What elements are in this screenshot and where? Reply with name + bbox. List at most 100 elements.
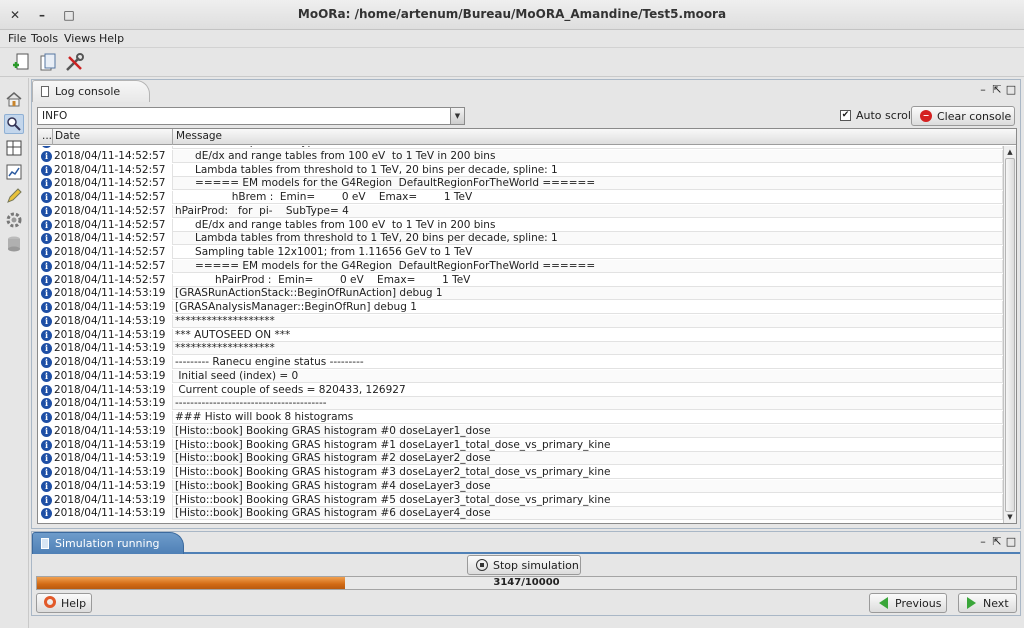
- table-row[interactable]: i 2018/04/11-14:53:19 ### Histo will book …: [38, 411, 1004, 425]
- database-icon[interactable]: [4, 234, 24, 254]
- row-date: 2018/04/11-14:53:19: [54, 314, 166, 327]
- arrow-right-icon: [967, 597, 976, 609]
- table-row[interactable]: i 2018/04/11-14:53:19 [Histo::book] Bookin…: [38, 438, 1004, 453]
- log-level-value: INFO: [42, 110, 68, 122]
- info-icon: i: [41, 164, 52, 176]
- next-button[interactable]: Next: [958, 593, 1017, 613]
- table-row[interactable]: i 2018/04/11-14:53:19 Initial seed (index…: [38, 369, 1004, 384]
- row-date: 2018/04/11-14:52:57: [54, 273, 166, 286]
- new-file-icon[interactable]: [10, 52, 32, 74]
- stop-simulation-label: Stop simulation: [493, 559, 579, 572]
- table-row[interactable]: i 2018/04/11-14:53:19 *******************: [38, 314, 1004, 329]
- help-button[interactable]: Help: [36, 593, 92, 613]
- column-message[interactable]: Message: [176, 130, 222, 142]
- info-icon: i: [41, 150, 52, 162]
- info-icon: i: [41, 384, 52, 396]
- info-icon: i: [41, 343, 52, 355]
- table-row[interactable]: i 2018/04/11-14:53:19 [GRASAnalysisManager…: [38, 301, 1004, 315]
- progress-text: 3147/10000: [493, 577, 560, 588]
- panel-minimize-icon[interactable]: –: [977, 84, 989, 96]
- menu-help[interactable]: Help: [99, 32, 124, 45]
- auto-scroll-checkbox[interactable]: ✔: [840, 110, 851, 121]
- tab-simulation-running[interactable]: Simulation running: [32, 532, 184, 554]
- panel-float-icon[interactable]: ⇱: [991, 536, 1003, 548]
- row-message: [GRASRunActionStack::BeginOfRunAction] d…: [172, 287, 1003, 301]
- row-message: hBrem : Emin= 0 eV Emax= 1 TeV: [172, 191, 1003, 204]
- table-row[interactable]: i 2018/04/11-14:53:19 [Histo::book] Bookin…: [38, 493, 1004, 508]
- row-date: 2018/04/11-14:52:57: [54, 204, 166, 217]
- table-row[interactable]: i 2018/04/11-14:53:19 *******************: [38, 342, 1004, 356]
- table-row[interactable]: i 2018/04/11-14:53:19 [GRASRunActionStack:…: [38, 287, 1004, 301]
- copy-file-icon[interactable]: [37, 52, 59, 74]
- row-message: [Histo::book] Booking GRAS histogram #0 …: [172, 424, 1003, 438]
- row-message: [Histo::book] Booking GRAS histogram #3 …: [172, 466, 1003, 479]
- chevron-down-icon[interactable]: ▼: [450, 107, 465, 125]
- table-row[interactable]: i 2018/04/11-14:52:57 ===== EM models for…: [38, 259, 1004, 274]
- row-date: 2018/04/11-14:53:19: [54, 466, 166, 478]
- lifebuoy-icon: [44, 596, 56, 608]
- tab-label: Simulation running: [55, 537, 160, 550]
- gear-icon[interactable]: [4, 210, 24, 230]
- home-icon[interactable]: [4, 89, 24, 109]
- table-row[interactable]: i 2018/04/11-14:53:19 [Histo::book] Bookin…: [38, 479, 1004, 494]
- menu-file[interactable]: File: [8, 32, 26, 45]
- layout-icon[interactable]: [4, 138, 24, 158]
- row-date: 2018/04/11-14:53:19: [54, 287, 166, 300]
- table-row[interactable]: i 2018/04/11-14:53:19 *** AUTOSEED ON ***: [38, 328, 1004, 343]
- vertical-scrollbar[interactable]: ▲ ▼: [1003, 146, 1016, 523]
- tab-log-console[interactable]: Log console: [32, 80, 150, 102]
- table-row[interactable]: i 2018/04/11-14:53:19 --------------------…: [38, 397, 1004, 411]
- chart-icon[interactable]: [4, 162, 24, 182]
- stop-simulation-button[interactable]: Stop simulation: [467, 555, 581, 575]
- table-row[interactable]: i 2018/04/11-14:52:57 Lambda tables from …: [38, 232, 1004, 246]
- info-icon: i: [41, 247, 52, 258]
- clear-console-button[interactable]: − Clear console: [911, 106, 1015, 126]
- side-bar: [0, 78, 29, 628]
- row-message: ----------------------------------------: [172, 397, 1003, 411]
- scroll-down-icon[interactable]: ▼: [1004, 511, 1016, 523]
- table-row[interactable]: i 2018/04/11-14:52:57 dE/dx and range tab…: [38, 218, 1004, 233]
- column-date[interactable]: Date: [55, 130, 80, 142]
- table-row[interactable]: i 2018/04/11-14:53:19 --------- Ranecu eng…: [38, 356, 1004, 370]
- row-message: Sampling table 12x1001; from 1.11656 GeV…: [172, 246, 1003, 259]
- table-row[interactable]: i 2018/04/11-14:52:57 hPairProd: for pi- S…: [38, 204, 1004, 219]
- table-row[interactable]: i 2018/04/11-14:53:19 Current couple of s…: [38, 383, 1004, 398]
- table-row[interactable]: i 2018/04/11-14:52:57 Sampling table 12x1…: [38, 246, 1004, 260]
- row-message: ===== EM models for the G4Region Default…: [172, 177, 1003, 191]
- previous-button[interactable]: Previous: [869, 593, 947, 613]
- panel-maximize-icon[interactable]: □: [1005, 536, 1017, 548]
- pencil-icon[interactable]: [4, 186, 24, 206]
- row-date: 2018/04/11-14:53:19: [54, 479, 166, 492]
- column-ellipsis[interactable]: ...: [42, 130, 52, 142]
- table-row[interactable]: i 2018/04/11-14:52:57 hBrem : Emin= 0 eV …: [38, 191, 1004, 205]
- table-row[interactable]: i 2018/04/11-14:53:19 [Histo::book] Bookin…: [38, 424, 1004, 439]
- info-icon: i: [41, 302, 52, 313]
- panel-maximize-icon[interactable]: □: [1005, 84, 1017, 96]
- panel-minimize-icon[interactable]: –: [977, 536, 989, 548]
- table-row[interactable]: i 2018/04/11-14:52:57 dE/dx and range tab…: [38, 149, 1004, 164]
- row-date: 2018/04/11-14:53:19: [54, 328, 166, 341]
- info-icon: i: [41, 439, 52, 451]
- table-row[interactable]: i 2018/04/11-14:53:19 [Histo::book] Bookin…: [38, 507, 1004, 521]
- scrollbar-thumb[interactable]: [1005, 158, 1015, 512]
- log-level-select[interactable]: INFO ▼: [37, 107, 465, 125]
- table-row[interactable]: i 2018/04/11-14:52:57 hPairProd : Emin= 0…: [38, 273, 1004, 288]
- table-row[interactable]: i 2018/04/11-14:52:57 Lambda tables from …: [38, 163, 1004, 178]
- table-row[interactable]: i 2018/04/11-14:53:19 [Histo::book] Bookin…: [38, 466, 1004, 480]
- info-icon: i: [41, 357, 52, 368]
- auto-scroll-label: Auto scroll: [856, 109, 914, 122]
- info-icon: i: [41, 412, 52, 423]
- row-message: [Histo::book] Booking GRAS histogram #4 …: [172, 479, 1003, 493]
- menu-tools[interactable]: Tools: [31, 32, 58, 45]
- table-row[interactable]: i 2018/04/11-14:52:57 ===== EM models for…: [38, 177, 1004, 191]
- table-row[interactable]: i 2018/04/11-14:53:19 [Histo::book] Bookin…: [38, 452, 1004, 466]
- row-date: 2018/04/11-14:53:19: [54, 493, 166, 506]
- tab-label: Log console: [55, 85, 121, 98]
- menu-views[interactable]: Views: [64, 32, 96, 45]
- info-icon: i: [41, 398, 52, 410]
- panel-float-icon[interactable]: ⇱: [991, 84, 1003, 96]
- search-tool-icon[interactable]: [4, 114, 24, 134]
- scroll-up-icon[interactable]: ▲: [1004, 146, 1016, 158]
- info-icon: i: [41, 329, 52, 341]
- tools-icon[interactable]: [63, 52, 85, 74]
